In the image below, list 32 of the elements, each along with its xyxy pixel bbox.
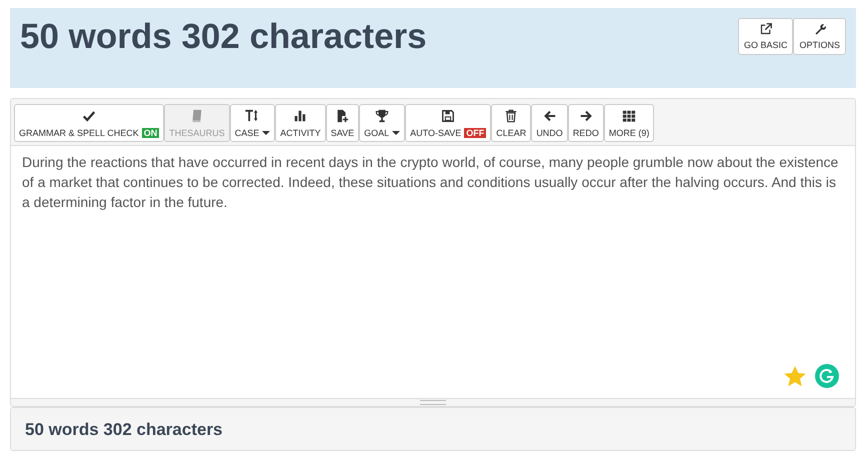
- header-button[interactable]: GO BASIC: [738, 18, 794, 55]
- caret-icon: [262, 131, 270, 135]
- bar-chart-icon: [293, 108, 308, 122]
- status-badge: OFF: [464, 128, 486, 138]
- trash-icon: [504, 108, 518, 122]
- caret-icon: [392, 130, 400, 134]
- toolbar-button[interactable]: REDO: [568, 104, 604, 142]
- editor-text: During the reactions that have occurred in recent days in the crypto world, of course, many people grumble now about the existence of a market that continues to be corrected. Indeed, these situations and conditions usually occur after the halving occurs. And this is a determining factor in the future.: [21, 153, 840, 212]
- toolbar-button[interactable]: ACTIVITY: [275, 104, 326, 142]
- g-logo-icon: [815, 364, 839, 388]
- external-link-icon: [758, 23, 773, 35]
- toolbar-button[interactable]: SAVE: [326, 104, 360, 142]
- header-button[interactable]: OPTIONS: [793, 18, 846, 55]
- toolbar-button[interactable]: GRAMMAR & SPELL CHECK ON: [14, 104, 164, 142]
- toolbar-button[interactable]: CLEAR: [491, 104, 532, 142]
- trophy-icon: [375, 108, 390, 122]
- checkmark-icon: [82, 108, 96, 122]
- status-badge: ON: [142, 128, 160, 138]
- word-count: 50 words 302 characters: [25, 420, 223, 439]
- page-title: 50 words 302 characters: [20, 17, 427, 57]
- toolbar-button[interactable]: AUTO-SAVE OFF: [405, 104, 492, 142]
- toolbar-button[interactable]: MORE (9): [604, 104, 654, 142]
- text-editor[interactable]: [11, 145, 855, 399]
- resize-handle[interactable]: [420, 400, 446, 405]
- arrow-left-icon: [542, 108, 557, 122]
- arrow-right-icon: [578, 108, 593, 122]
- toolbar-button[interactable]: UNDO: [531, 104, 568, 142]
- file-plus-icon: [335, 108, 350, 122]
- star-icon: [783, 364, 807, 388]
- grid-icon: [622, 108, 636, 122]
- toolbar-button[interactable]: GOAL: [359, 104, 406, 142]
- toolbar-button[interactable]: CASE: [230, 104, 276, 142]
